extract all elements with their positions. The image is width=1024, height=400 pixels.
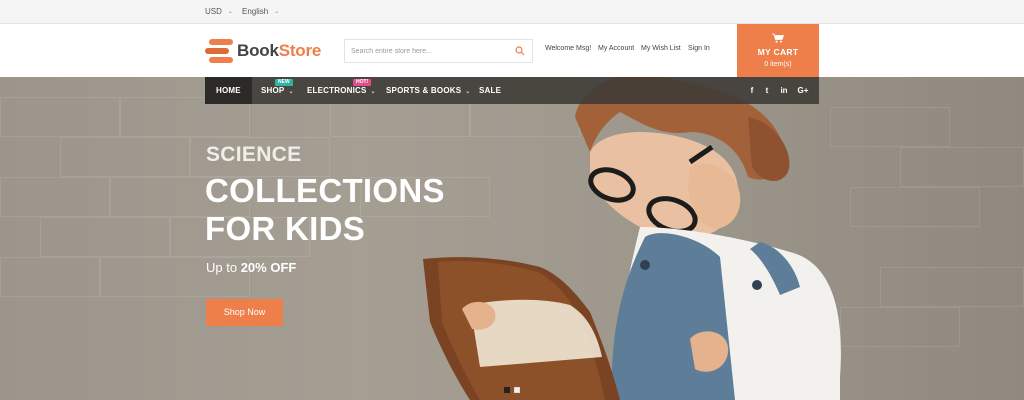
slide-dot-2[interactable] bbox=[514, 387, 520, 393]
language-label: English bbox=[242, 7, 269, 16]
slider-pagination bbox=[504, 387, 520, 393]
twitter-icon[interactable]: t bbox=[761, 77, 773, 104]
nav-item-sale[interactable]: SALE bbox=[479, 77, 501, 104]
hero-offer: Up to 20% OFF bbox=[206, 260, 296, 275]
hero-title-line-1: COLLECTIONS bbox=[205, 172, 445, 209]
facebook-icon[interactable]: f bbox=[746, 77, 758, 104]
linkedin-icon[interactable]: in bbox=[777, 77, 791, 104]
main-nav: HOME SHOP ⌄ NEW ELECTRONICS ⌄ HOT! SPORTS … bbox=[205, 77, 819, 104]
search-box bbox=[344, 39, 533, 63]
hero-banner bbox=[0, 77, 1024, 400]
chevron-down-icon: ⌄ bbox=[227, 9, 233, 15]
offer-prefix: Up to bbox=[206, 260, 238, 275]
girl-reading-book-image bbox=[423, 77, 841, 400]
hero-subtitle: SCIENCE bbox=[206, 143, 302, 166]
bookstore-logo[interactable]: BookStore bbox=[205, 38, 321, 64]
top-bar: USD ⌄ English ⌄ bbox=[0, 0, 1024, 24]
nav-item-sports-books[interactable]: SPORTS & BOOKS ⌄ bbox=[386, 77, 471, 104]
chevron-down-icon: ⌄ bbox=[370, 89, 376, 95]
my-wish-list-link[interactable]: My Wish List bbox=[641, 45, 681, 52]
currency-selector[interactable]: USD ⌄ bbox=[205, 7, 233, 16]
hero-title-line-2: FOR KIDS bbox=[205, 210, 366, 247]
slide-dot-1[interactable] bbox=[504, 387, 510, 393]
search-icon[interactable] bbox=[515, 46, 525, 56]
my-account-link[interactable]: My Account bbox=[598, 45, 634, 52]
chevron-down-icon: ⌄ bbox=[465, 89, 471, 95]
hero-title: COLLECTIONS FOR KIDS bbox=[205, 172, 445, 248]
new-badge: NEW bbox=[275, 79, 293, 86]
logo-text: BookStore bbox=[237, 41, 322, 60]
offer-value: 20% OFF bbox=[240, 260, 297, 275]
sign-in-link[interactable]: Sign In bbox=[688, 45, 710, 52]
chevron-down-icon: ⌄ bbox=[288, 89, 294, 95]
language-selector[interactable]: English ⌄ bbox=[242, 7, 279, 16]
welcome-message: Welcome Msg! bbox=[545, 45, 592, 52]
search-input[interactable] bbox=[345, 40, 505, 63]
google-plus-icon[interactable]: G+ bbox=[795, 77, 811, 104]
logo-mark-icon bbox=[205, 38, 233, 64]
hot-badge: HOT! bbox=[353, 79, 372, 86]
my-cart-button[interactable]: MY CART 0 item(s) bbox=[737, 24, 819, 77]
nav-item-home[interactable]: HOME bbox=[205, 77, 252, 104]
chevron-down-icon: ⌄ bbox=[274, 9, 280, 15]
cart-icon bbox=[772, 33, 784, 43]
site-header: BookStore Welcome Msg! My Account My Wis… bbox=[0, 24, 1024, 77]
cart-title: MY CART bbox=[757, 47, 799, 57]
cart-count: 0 item(s) bbox=[764, 61, 792, 68]
currency-label: USD bbox=[205, 7, 222, 16]
shop-now-button[interactable]: Shop Now bbox=[206, 299, 283, 326]
